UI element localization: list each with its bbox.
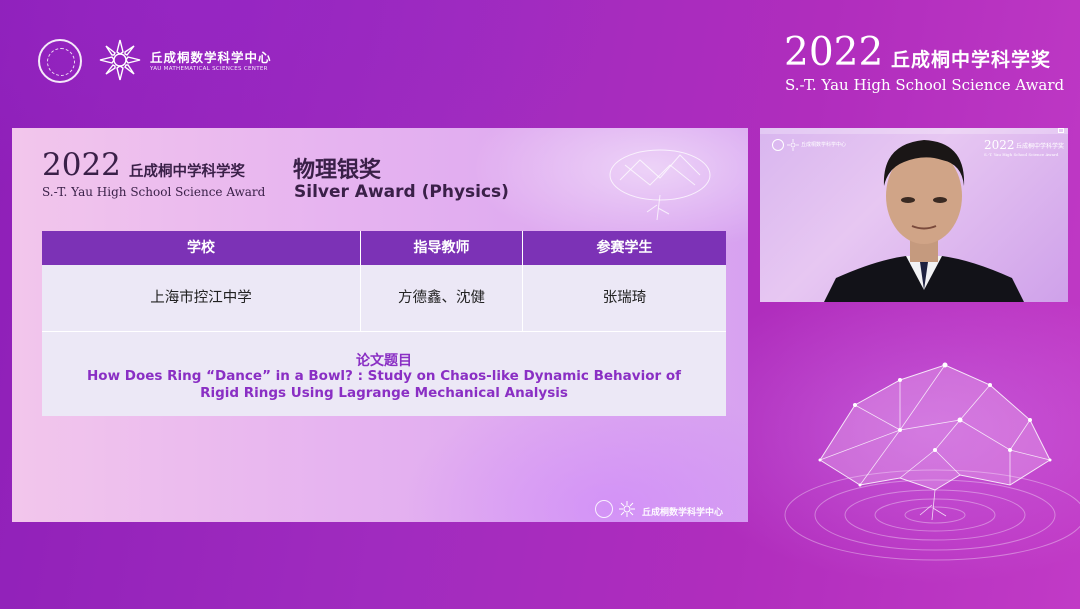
award-name-en: S.-T. Yau High School Science Award bbox=[785, 76, 1065, 94]
paper-title-line-1: How Does Ring “Dance” in a Bowl? : Study… bbox=[87, 368, 681, 384]
paper-title: How Does Ring “Dance” in a Bowl? : Study… bbox=[42, 368, 726, 402]
slide-award-name-en: S.-T. Yau High School Science Award bbox=[42, 185, 266, 199]
center-name: 丘成桐数学科学中心 bbox=[150, 50, 272, 65]
slide-award-year: 2022 bbox=[42, 147, 121, 183]
webcam-video: 丘成桐数学科学中心 2022 丘成桐中学科学奖 S.-T. Yau High S… bbox=[760, 128, 1068, 302]
cell-school: 上海市控江中学 bbox=[150, 290, 252, 306]
table-divider bbox=[42, 331, 726, 332]
table-header: 学校 指导教师 参赛学生 bbox=[42, 231, 726, 265]
table-divider bbox=[360, 231, 361, 331]
ymsc-flower-icon bbox=[619, 501, 635, 517]
slide-award-name-cn: 丘成桐中学科学奖 bbox=[129, 163, 245, 180]
tsinghua-seal-icon bbox=[595, 500, 613, 518]
award-name-cn: 丘成桐中学科学奖 bbox=[891, 49, 1052, 71]
tsinghua-seal-icon bbox=[38, 39, 82, 83]
header-student: 参赛学生 bbox=[596, 240, 653, 256]
tsinghua-seal-icon bbox=[772, 139, 784, 151]
ymsc-flower-icon bbox=[787, 139, 799, 151]
center-name-en: YAU MATHEMATICAL SCIENCES CENTER bbox=[150, 66, 268, 72]
paper-title-label: 论文题目 bbox=[356, 353, 412, 369]
prize-title-cn: 物理银奖 bbox=[293, 158, 382, 183]
window-icon[interactable] bbox=[1058, 128, 1064, 133]
table-divider bbox=[522, 231, 523, 331]
header-school: 学校 bbox=[187, 240, 215, 256]
paper-title-line-2: Rigid Rings Using Lagrange Mechanical An… bbox=[200, 385, 568, 401]
slide-footer-center-name: 丘成桐数学科学中心 bbox=[642, 508, 724, 518]
cell-advisor: 方德鑫、沈健 bbox=[398, 290, 485, 306]
header-advisor: 指导教师 bbox=[413, 240, 470, 256]
award-table: 学校 指导教师 参赛学生 上海市控江中学 方德鑫、沈健 张瑞琦 论文题目 How… bbox=[42, 231, 726, 416]
crystal-tree-icon bbox=[784, 362, 1080, 561]
presenter-video bbox=[824, 140, 1024, 302]
award-year: 2022 bbox=[784, 30, 884, 75]
crystal-tree-icon bbox=[609, 149, 711, 221]
prize-title-en: Silver Award (Physics) bbox=[294, 182, 509, 202]
ymsc-flower-icon bbox=[99, 39, 141, 81]
cell-student: 张瑞琦 bbox=[602, 290, 647, 306]
presentation-slide: 2022 丘成桐中学科学奖 S.-T. Yau High School Scie… bbox=[12, 128, 748, 522]
